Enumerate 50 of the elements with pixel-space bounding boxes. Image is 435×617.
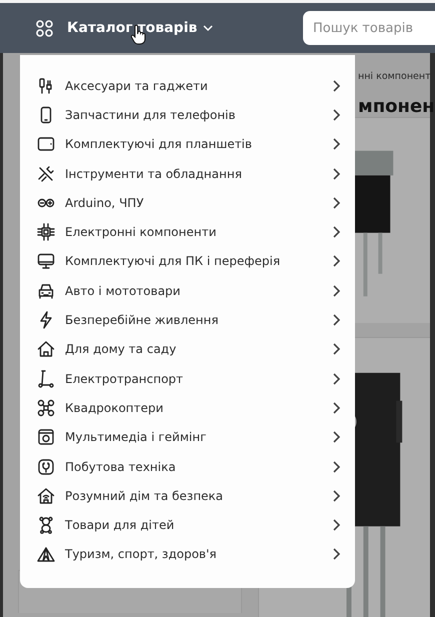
chevron-right-icon xyxy=(331,108,341,121)
search-field[interactable]: Пошук товарів xyxy=(303,11,435,45)
chevron-right-icon xyxy=(331,460,341,472)
menu-item[interactable]: Авто і мототовари xyxy=(20,276,355,306)
menu-item[interactable]: Товари для дітей xyxy=(20,510,355,540)
menu-item[interactable]: Розумний дім та безпека xyxy=(20,481,355,510)
chevron-right-icon xyxy=(331,314,341,326)
menu-item[interactable]: Інструменти та обладнання xyxy=(20,158,355,188)
chevron-right-icon xyxy=(331,548,341,560)
chevron-right-icon xyxy=(331,343,341,356)
menu-item[interactable]: Аксесуари та гаджети xyxy=(20,71,355,100)
menu-item[interactable]: Комплектуючі для планшетів xyxy=(20,130,355,159)
camera-icon xyxy=(37,428,55,446)
chevron-right-icon xyxy=(331,490,341,502)
menu-item[interactable]: Запчастини для телефонів xyxy=(20,100,355,130)
menu-item[interactable]: Електротранспорт xyxy=(20,364,355,394)
chevron-right-icon xyxy=(331,372,341,385)
menu-item[interactable]: Мультимедіа і геймінг xyxy=(20,422,355,452)
menu-item[interactable]: Туризм, спорт, здоров'я xyxy=(20,540,355,570)
tablet-icon xyxy=(37,135,55,154)
catalog-button[interactable]: Каталог товарів xyxy=(36,20,214,36)
menu-item[interactable]: Комплектуючі для ПК і переферія xyxy=(20,246,355,276)
chip-icon xyxy=(37,223,55,242)
chevron-right-icon xyxy=(331,255,341,268)
chevron-right-icon xyxy=(331,168,341,180)
menu-item[interactable]: Побутова техніка xyxy=(20,452,355,482)
menu-item[interactable]: Електронні компоненти xyxy=(20,217,355,247)
chevron-right-icon xyxy=(331,402,341,414)
grid-icon xyxy=(36,20,53,36)
chevron-right-icon xyxy=(331,80,341,92)
house-icon xyxy=(37,340,55,358)
socket-icon xyxy=(37,458,55,476)
monitor-icon xyxy=(37,252,55,270)
chevron-right-icon xyxy=(331,431,341,444)
chevron-right-icon xyxy=(331,196,341,209)
car-icon xyxy=(37,282,55,300)
chevron-down-icon xyxy=(203,24,214,32)
scooter-icon xyxy=(37,370,55,388)
menu-item[interactable]: Для дому та саду xyxy=(20,334,355,364)
chevron-right-icon xyxy=(331,138,341,150)
drone-icon xyxy=(37,398,55,417)
smart-home-icon xyxy=(37,486,55,505)
chevron-right-icon xyxy=(331,226,341,238)
tent-icon xyxy=(37,545,55,564)
menu-item[interactable]: Безперебійне живлення xyxy=(20,305,355,335)
menu-item[interactable]: Квадрокоптери xyxy=(20,393,355,423)
chevron-right-icon xyxy=(331,284,341,297)
teddy-bear-icon xyxy=(37,516,55,534)
menu-item[interactable]: Arduino, ЧПУ xyxy=(20,188,355,218)
chevron-right-icon xyxy=(331,519,341,532)
